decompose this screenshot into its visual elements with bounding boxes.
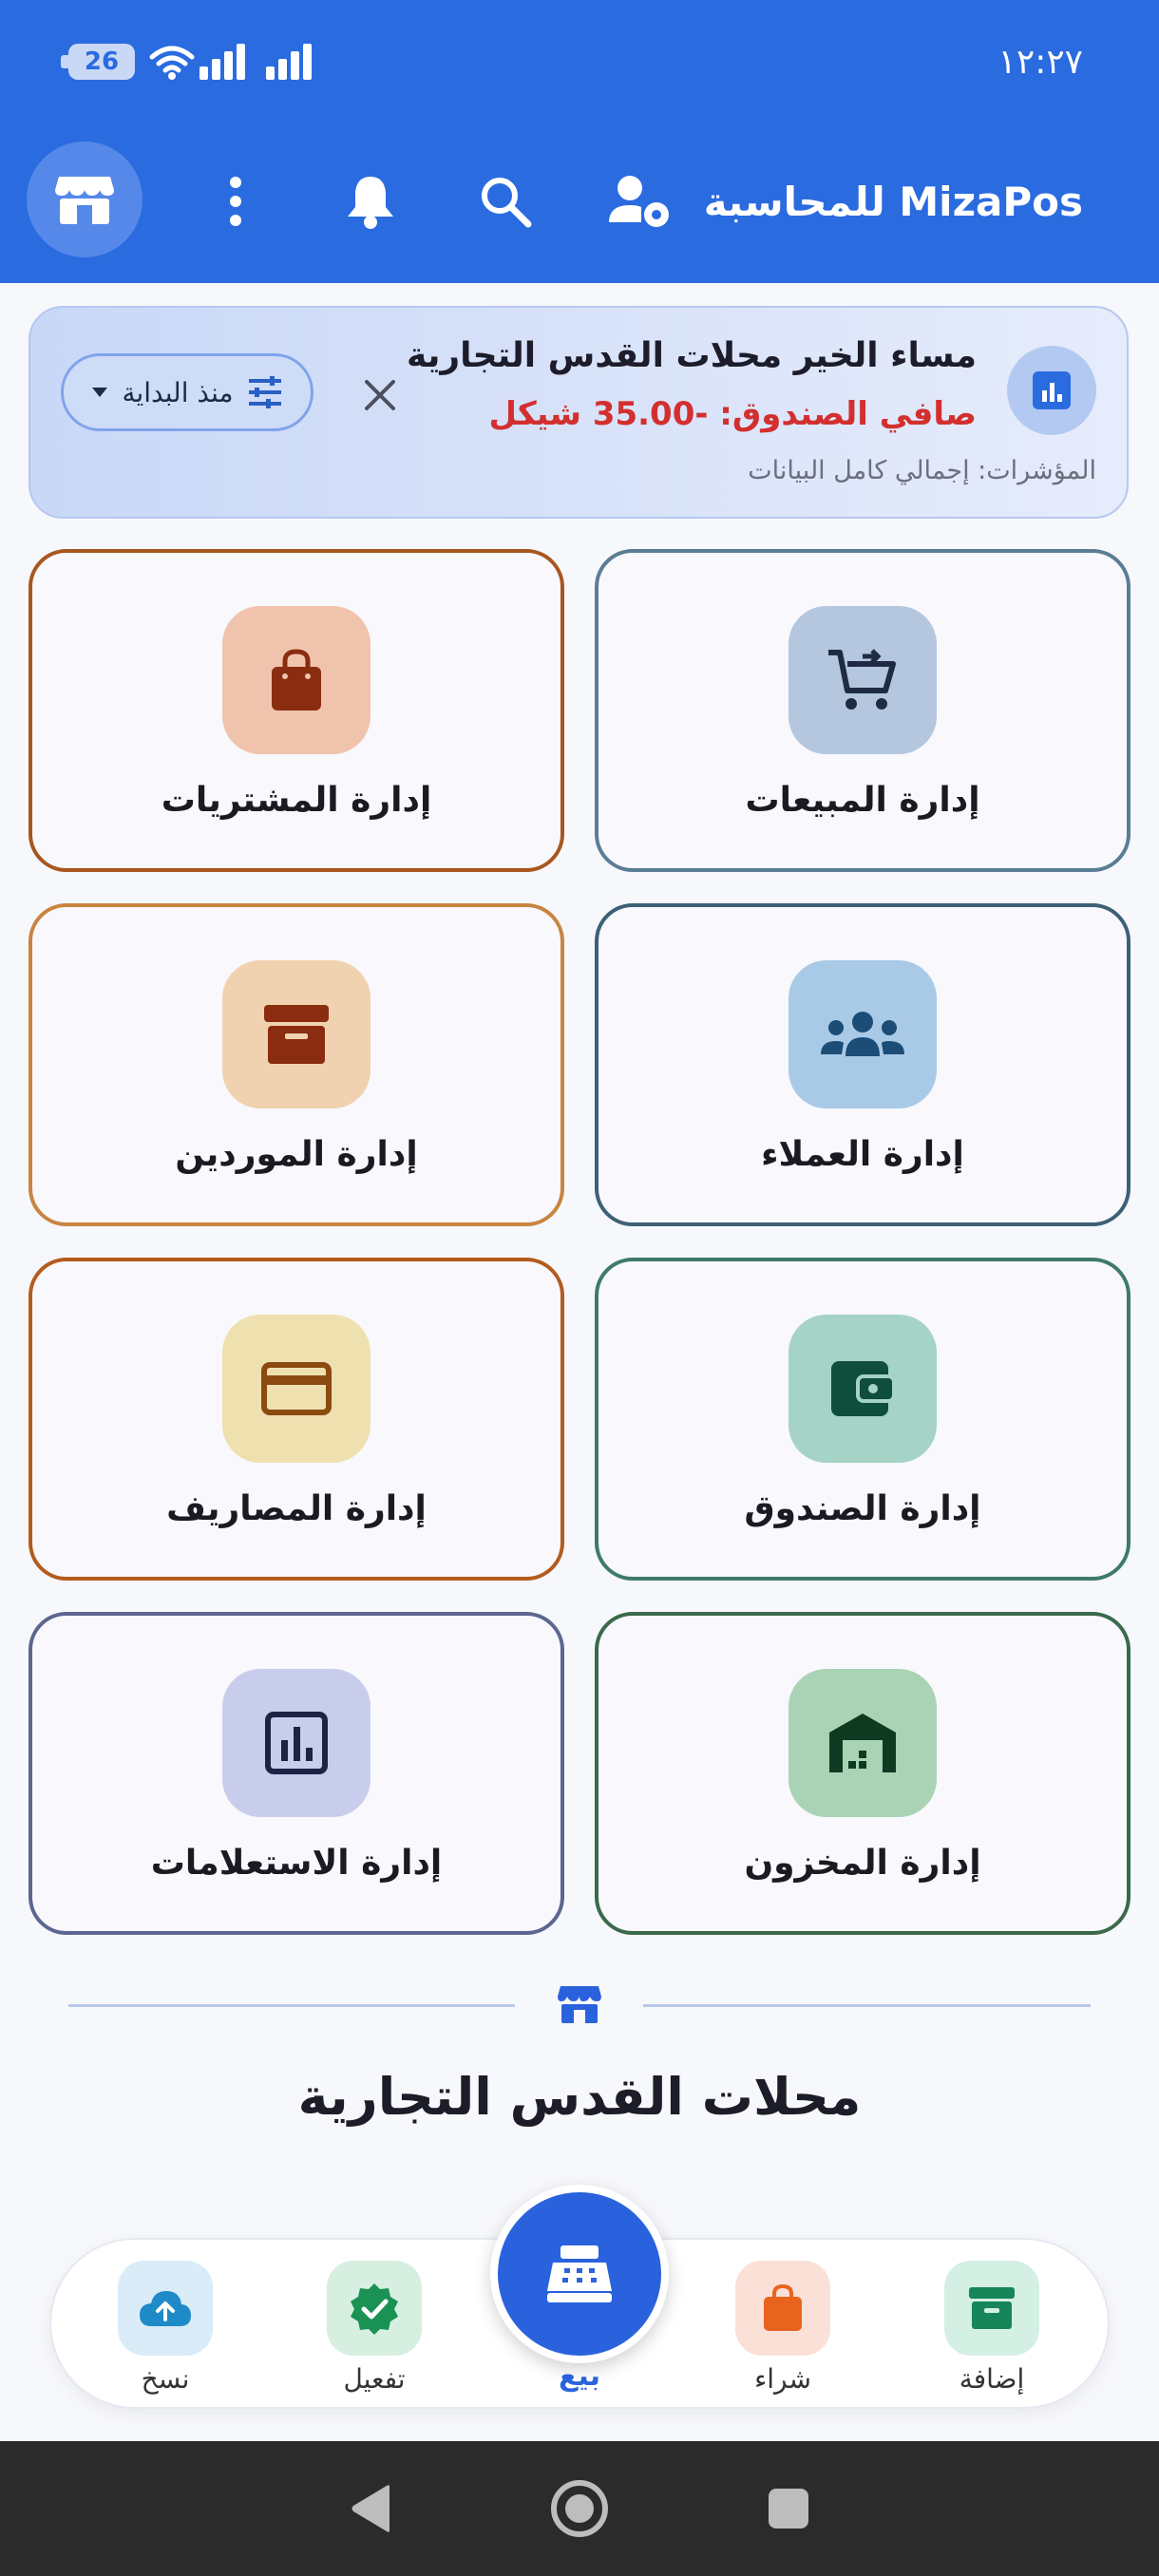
divider-store — [553, 1978, 606, 2031]
tile-label: إدارة المخزون — [744, 1844, 981, 1883]
more-vert-icon — [230, 177, 241, 226]
signal-icons — [148, 44, 312, 80]
nav-buy[interactable]: شراء — [716, 2261, 849, 2403]
tile-label: إدارة الموردين — [175, 1135, 418, 1174]
nav-activate[interactable]: تفعيل — [308, 2261, 441, 2403]
period-label: منذ البداية — [122, 376, 234, 408]
cloud-upload-icon — [140, 2291, 191, 2326]
signal-bar — [224, 51, 233, 80]
tile-label: إدارة المبيعات — [745, 781, 980, 820]
period-filter[interactable]: منذ البداية — [61, 353, 314, 431]
clock: ١٢:٢٧ — [998, 42, 1083, 82]
app-title: MizaPos للمحاسبة — [703, 178, 1083, 225]
status-bar: 26 ١٢:٢٧ — [61, 36, 1083, 87]
recents-button[interactable] — [755, 2475, 822, 2542]
shopping-bag-icon — [222, 606, 370, 754]
insights-badge — [1007, 346, 1096, 435]
tile-expenses[interactable]: إدارة المصاريف — [28, 1258, 564, 1581]
signal-bar — [291, 51, 299, 80]
search-button[interactable] — [467, 163, 543, 239]
signal-bar — [200, 66, 208, 80]
sell-button[interactable] — [490, 2185, 669, 2363]
nav-add-badge — [944, 2261, 1039, 2356]
store-name: محلات القدس التجارية — [297, 2067, 862, 2127]
home-button[interactable] — [546, 2475, 613, 2542]
battery-indicator: 26 — [61, 44, 135, 80]
dropdown-arrow-icon — [92, 388, 108, 397]
nav-buy-badge — [735, 2261, 830, 2356]
tile-label: إدارة الاستعلامات — [150, 1844, 443, 1883]
dismiss-button[interactable] — [353, 369, 407, 422]
verified-icon — [351, 2283, 398, 2335]
back-triangle-icon — [352, 2485, 390, 2532]
nav-buy-label: شراء — [754, 2363, 811, 2395]
store-button[interactable] — [27, 142, 142, 257]
signal-bar — [278, 59, 287, 80]
tile-customers[interactable]: إدارة العملاء — [595, 903, 1130, 1226]
nav-activate-label: تفعيل — [343, 2363, 406, 2395]
warehouse-icon — [788, 1669, 937, 1817]
bell-icon — [348, 177, 393, 229]
credit-card-icon — [222, 1315, 370, 1463]
tile-label: إدارة العملاء — [761, 1135, 964, 1174]
toolbar: MizaPos للمحاسبة — [27, 142, 1083, 257]
bar-chart-icon — [222, 1669, 370, 1817]
nav-add-label: إضافة — [959, 2363, 1025, 2395]
archive-icon — [969, 2287, 1015, 2329]
back-button[interactable] — [337, 2475, 404, 2542]
signal-bar — [303, 44, 312, 80]
cart-icon — [788, 606, 937, 754]
tile-reports[interactable]: إدارة الاستعلامات — [28, 1612, 564, 1935]
tile-label: إدارة المشتريات — [161, 781, 432, 820]
divider-line — [643, 2004, 1091, 2007]
tile-suppliers[interactable]: إدارة الموردين — [28, 903, 564, 1226]
archive-box-icon — [222, 960, 370, 1108]
nav-add[interactable]: إضافة — [925, 2261, 1058, 2403]
tile-label: إدارة المصاريف — [166, 1489, 427, 1528]
tune-icon — [248, 376, 281, 408]
app-bar: 26 ١٢:٢٧ MizaPos للمحاسبة — [0, 0, 1159, 283]
recents-square-icon — [769, 2489, 808, 2529]
home-circle-icon — [551, 2480, 608, 2537]
tile-purchases[interactable]: إدارة المشتريات — [28, 549, 564, 872]
tile-sales[interactable]: إدارة المبيعات — [595, 549, 1130, 872]
manage-accounts-icon — [609, 176, 669, 227]
storefront-icon — [55, 177, 114, 224]
nav-backup-label: نسخ — [141, 2363, 190, 2395]
nav-backup[interactable]: نسخ — [99, 2261, 232, 2403]
more-menu-button[interactable] — [198, 163, 274, 239]
people-icon — [788, 960, 937, 1108]
store-icon — [558, 1986, 601, 2023]
tile-inventory[interactable]: إدارة المخزون — [595, 1612, 1130, 1935]
wifi-icon — [149, 46, 195, 80]
tile-cashbox[interactable]: إدارة الصندوق — [595, 1258, 1130, 1581]
shopping-bag-icon — [764, 2283, 802, 2331]
insights-icon — [1033, 371, 1071, 409]
sell-label: بيع — [558, 2359, 600, 2393]
indicators-scope: المؤشرات: إجمالي كامل البيانات — [748, 456, 1096, 485]
greeting-card: مساء الخير محلات القدس التجارية صافي الص… — [28, 306, 1129, 519]
nav-activate-badge — [327, 2261, 422, 2356]
net-cash-value: صافي الصندوق: -35.00 شيكل — [488, 395, 977, 433]
signal-bar — [237, 44, 245, 80]
nav-backup-badge — [118, 2261, 213, 2356]
close-icon — [365, 380, 395, 410]
signal-bar — [212, 59, 220, 80]
notifications-button[interactable] — [332, 163, 408, 239]
cash-register-icon — [547, 2245, 612, 2302]
divider-line — [68, 2004, 515, 2007]
section-divider — [68, 1978, 1091, 2035]
system-navigation — [0, 2441, 1159, 2576]
tile-label: إدارة الصندوق — [744, 1489, 981, 1528]
signal-bar — [266, 66, 275, 80]
greeting-title: مساء الخير محلات القدس التجارية — [407, 336, 977, 375]
user-settings-button[interactable] — [602, 163, 678, 239]
wallet-icon — [788, 1315, 937, 1463]
search-icon — [482, 178, 532, 228]
